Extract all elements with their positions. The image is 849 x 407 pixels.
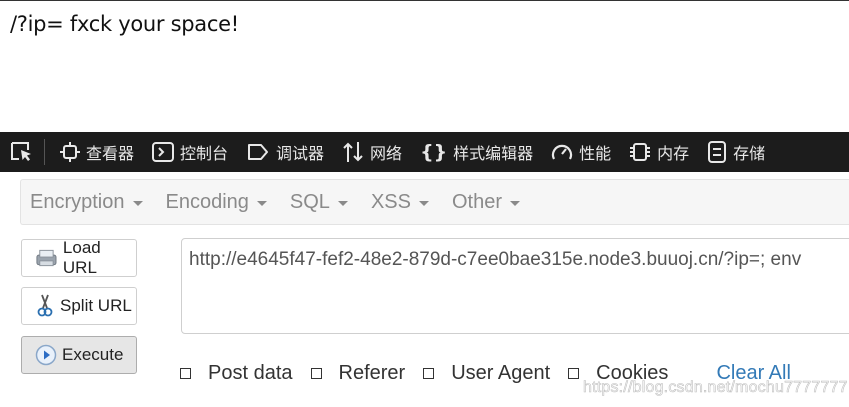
load-url-label: Load URL (62, 238, 101, 277)
storage-icon (708, 141, 727, 163)
memory-icon (630, 143, 651, 161)
cookies-checkbox[interactable] (568, 367, 580, 379)
caret-down-icon (418, 200, 429, 206)
caret-down-icon (132, 200, 143, 206)
play-icon (35, 344, 57, 366)
inspector-icon (60, 142, 80, 162)
tab-console[interactable]: 控制台 (143, 132, 237, 172)
load-url-icon (36, 249, 57, 267)
menu-other[interactable]: Other (443, 180, 534, 224)
user-agent-checkbox[interactable] (423, 367, 435, 379)
element-picker-icon (11, 142, 31, 161)
split-url-button[interactable]: Split URL (21, 287, 137, 325)
tab-style-editor[interactable]: {} 样式编辑器 (411, 132, 542, 172)
tab-label: 网络 (370, 144, 403, 163)
option-post-data[interactable]: Post data (180, 362, 293, 385)
tab-label: 存储 (733, 144, 766, 163)
option-user-agent[interactable]: User Agent (423, 362, 550, 385)
tab-memory[interactable]: 内存 (620, 132, 698, 172)
performance-icon (552, 144, 573, 160)
menu-encryption[interactable]: Encryption (21, 180, 157, 224)
tab-storage[interactable]: 存储 (698, 132, 774, 172)
menu-label: SQL (289, 190, 330, 213)
caret-down-icon (256, 200, 267, 206)
menu-label: Encoding (165, 190, 249, 213)
menu-label: XSS (370, 190, 411, 213)
option-label: User Agent (451, 361, 551, 384)
scissors-icon (37, 294, 53, 317)
page-response-text: /?ip= fxck your space! (10, 12, 239, 36)
hackbar-menu: Encryption Encoding SQL XSS Other (20, 179, 849, 225)
tab-label: 查看器 (86, 144, 135, 163)
tab-inspector[interactable]: 查看器 (51, 132, 143, 172)
option-label: Referer (338, 361, 406, 384)
caret-down-icon (510, 200, 520, 206)
console-icon (152, 142, 175, 162)
option-label: Post data (208, 361, 293, 384)
network-icon (343, 142, 363, 162)
execute-button[interactable]: Execute (21, 336, 137, 374)
tab-label: 内存 (657, 144, 690, 163)
execute-label: Execute (62, 345, 124, 364)
style-editor-icon: {} (420, 141, 448, 163)
tab-label: 样式编辑器 (453, 144, 534, 163)
top-border (0, 0, 849, 1)
tab-label: 调试器 (276, 144, 325, 163)
url-textarea[interactable]: http://e4645f47-fef2-48e2-879d-c7ee0bae3… (181, 238, 849, 334)
debugger-icon (248, 144, 269, 160)
tab-label: 性能 (579, 144, 612, 163)
option-referer[interactable]: Referer (310, 361, 406, 385)
tab-debugger[interactable]: 调试器 (237, 132, 333, 172)
url-value: http://e4645f47-fef2-48e2-879d-c7ee0bae3… (189, 249, 802, 270)
tab-network[interactable]: 网络 (333, 132, 411, 172)
devtools-toolbar: 查看器 控制台 调试器 网络 {} 样式编辑器 性能 内存 存储 (0, 132, 849, 172)
tab-performance[interactable]: 性能 (542, 132, 620, 172)
post-data-checkbox[interactable] (180, 367, 191, 379)
menu-xss[interactable]: XSS (362, 180, 443, 224)
watermark-text: https://blog.csdn.net/mochu7777777 (583, 379, 848, 397)
menu-label: Encryption (30, 190, 125, 213)
tab-label: 控制台 (180, 144, 229, 163)
menu-encoding[interactable]: Encoding (157, 180, 281, 224)
element-picker-button[interactable] (0, 132, 44, 172)
caret-down-icon (337, 200, 348, 206)
split-url-label: Split URL (60, 296, 132, 315)
referer-checkbox[interactable] (310, 367, 322, 379)
load-url-button[interactable]: Load URL (21, 238, 137, 277)
menu-label: Other (451, 190, 502, 213)
menu-sql[interactable]: SQL (281, 180, 362, 224)
toolbar-separator (44, 139, 45, 165)
